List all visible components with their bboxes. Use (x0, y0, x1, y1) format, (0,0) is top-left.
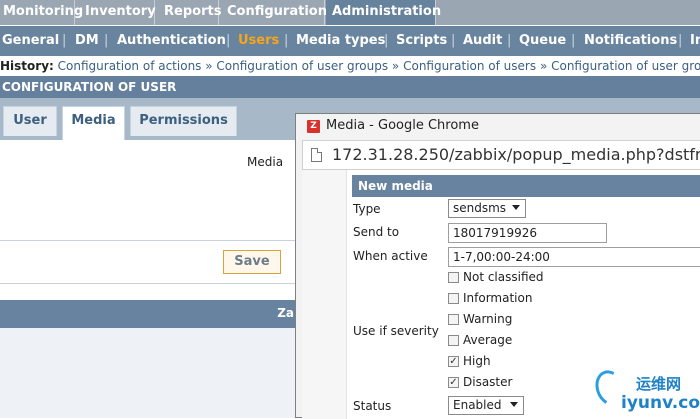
severity-label: High (463, 354, 491, 368)
status-select[interactable]: Enabled (448, 396, 524, 415)
severity-label: Average (463, 333, 513, 347)
chevron-down-icon (510, 402, 518, 407)
when-active-label: When active (353, 249, 428, 263)
submenu-separator: | (507, 33, 512, 48)
popup-title-bar[interactable]: Z Media - Google Chrome (296, 114, 700, 140)
menu-monitoring[interactable]: Monitoring (0, 0, 83, 25)
type-value: sendsms (453, 201, 507, 215)
checkbox-checked-icon[interactable]: ✓ (448, 377, 459, 388)
tab-user[interactable]: User (3, 106, 57, 136)
submenu-separator: | (284, 33, 289, 48)
submenu-audit[interactable]: Audit (463, 33, 502, 48)
send-to-label: Send to (353, 225, 400, 239)
checkbox-icon[interactable] (448, 293, 459, 304)
submenu-separator: | (678, 33, 683, 48)
popup-title: Media - Google Chrome (326, 118, 479, 133)
type-select[interactable]: sendsms (448, 199, 526, 218)
address-bar[interactable]: 172.31.28.250/zabbix/popup_media.php?dst… (302, 140, 700, 170)
page-title: CONFIGURATION OF USER (0, 76, 700, 98)
history-link[interactable]: Configuration of users (403, 59, 536, 73)
status-value: Enabled (453, 398, 502, 412)
menu-inventory[interactable]: Inventory (82, 0, 156, 25)
send-to-input[interactable]: 18017919926 (448, 223, 607, 243)
submenu-separator: | (571, 33, 576, 48)
when-active-input[interactable]: 1-7,00:00-24:00 (448, 247, 700, 267)
submenu-separator: | (451, 33, 456, 48)
severity-label: Warning (463, 312, 513, 326)
status-label: Status (353, 399, 392, 413)
history-link[interactable]: Configuration of user gro (551, 59, 700, 73)
tab-media[interactable]: Media (62, 106, 125, 140)
divider (0, 240, 300, 241)
submenu-dm[interactable]: DM (75, 33, 99, 48)
history-separator: » (391, 59, 400, 73)
save-button[interactable]: Save (223, 250, 281, 274)
use-if-severity-label: Use if severity (353, 324, 439, 338)
divider (0, 283, 300, 284)
watermark-url: iyunv.com (621, 393, 700, 413)
menu-configuration[interactable]: Configuration (224, 0, 327, 25)
submenu-general[interactable]: General (2, 33, 59, 48)
address-text[interactable]: 172.31.28.250/zabbix/popup_media.php?dst… (332, 145, 700, 164)
checkbox-icon[interactable] (448, 335, 459, 346)
footer-text: Za (277, 306, 294, 320)
chevron-down-icon (512, 205, 520, 210)
severity-label: Not classified (463, 270, 544, 284)
submenu-installation[interactable]: In (690, 33, 700, 48)
top-menu: Monitoring Inventory Reports Configurati… (0, 0, 700, 25)
page-icon (311, 148, 322, 162)
history-separator: » (205, 59, 213, 73)
severity-label: Information (463, 291, 533, 305)
severity-label: Disaster (463, 375, 513, 389)
submenu-separator: | (226, 33, 231, 48)
history-link[interactable]: Configuration of actions (58, 59, 202, 73)
zabbix-favicon-icon: Z (307, 120, 320, 133)
type-label: Type (353, 202, 381, 216)
breadcrumb: History: Configuration of actions » Conf… (0, 56, 700, 76)
submenu-media-types[interactable]: Media types (296, 33, 385, 48)
page-bottom (0, 328, 300, 418)
submenu-scripts[interactable]: Scripts (396, 33, 447, 48)
history-label: History: (0, 59, 54, 73)
submenu-separator: | (104, 33, 109, 48)
submenu-separator: | (384, 33, 389, 48)
media-label: Media (247, 155, 284, 169)
submenu-users[interactable]: Users (238, 33, 279, 48)
history-separator: » (539, 59, 548, 73)
checkbox-icon[interactable] (448, 272, 459, 283)
history-link[interactable]: Configuration of user groups (216, 59, 388, 73)
checkbox-checked-icon[interactable]: ✓ (448, 356, 459, 367)
menu-reports[interactable]: Reports (161, 0, 221, 25)
submenu-separator: | (62, 33, 67, 48)
popup-left-strip (302, 170, 347, 419)
submenu-authentication[interactable]: Authentication (117, 33, 226, 48)
checkbox-icon[interactable] (448, 314, 459, 325)
footer-bar: Za (0, 300, 300, 328)
watermark-text: 运维网 (636, 375, 682, 393)
new-media-header: New media (352, 175, 700, 197)
sub-menu: General | DM | Authentication | Users | … (0, 26, 700, 56)
tab-permissions[interactable]: Permissions (130, 106, 237, 136)
submenu-notifications[interactable]: Notifications (584, 33, 677, 48)
submenu-queue[interactable]: Queue (519, 33, 566, 48)
menu-administration[interactable]: Administration (326, 0, 441, 25)
